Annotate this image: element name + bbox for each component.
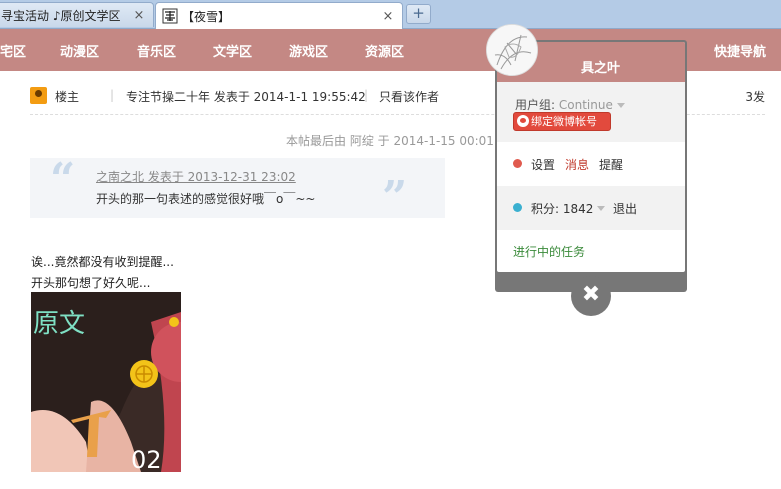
settings-dot-icon bbox=[513, 159, 522, 168]
poster-role: 楼主 bbox=[55, 90, 80, 104]
avatar[interactable] bbox=[486, 24, 538, 76]
tab-label: 【夜雪】 bbox=[182, 9, 231, 24]
tab-label: 寻宝活动 ♪原创文学区 bbox=[1, 8, 121, 23]
logout-link[interactable]: 退出 bbox=[613, 200, 637, 217]
nav-item[interactable]: 宅区 bbox=[0, 41, 26, 60]
settings-link[interactable]: 设置 bbox=[531, 156, 555, 173]
quote-author-link[interactable]: 之南之北 发表于 2013-12-31 23:02 bbox=[96, 168, 296, 185]
user-group-value[interactable]: Continue bbox=[559, 98, 613, 112]
points-row: 积分: 1842 退出 bbox=[497, 186, 685, 230]
settings-row: 设置 消息 提醒 bbox=[497, 142, 685, 186]
post-image[interactable]: 原文 02 bbox=[31, 292, 181, 472]
open-quote-icon: “ bbox=[50, 154, 76, 205]
weibo-icon bbox=[517, 115, 529, 127]
avatar-sketch bbox=[487, 25, 537, 75]
new-tab-button[interactable]: + bbox=[406, 4, 431, 24]
user-menu-popup: 具之叶 用户组: Continue 绑定微博帐号 设置 消息 提醒 积分: 18… bbox=[495, 40, 687, 316]
anime-artwork: 原文 02 bbox=[31, 292, 181, 472]
nav-item[interactable]: 资源区 bbox=[365, 41, 404, 60]
points-caret-icon[interactable] bbox=[597, 206, 605, 211]
messages-link[interactable]: 消息 bbox=[565, 156, 589, 173]
quote-text: 开头的那一句表述的感觉很好哦￣o￣~~ bbox=[96, 192, 316, 206]
tab-literature[interactable]: 寻宝活动 ♪原创文学区 × bbox=[0, 2, 154, 27]
nav-item[interactable]: 文学区 bbox=[213, 41, 252, 60]
edited-note: 本帖最后由 阿绽 于 2014-1-15 00:01 编辑 bbox=[286, 134, 522, 148]
username[interactable]: 具之叶 bbox=[581, 57, 620, 76]
post-body-line: 开头那句想了好久呢... bbox=[31, 276, 151, 290]
quick-nav-link[interactable]: 快捷导航 bbox=[714, 41, 766, 60]
nav-item[interactable]: 游戏区 bbox=[289, 41, 328, 60]
bind-weibo-button[interactable]: 绑定微博帐号 bbox=[513, 112, 611, 131]
tasks-link[interactable]: 进行中的任务 bbox=[513, 243, 585, 260]
image-text-top: 原文 bbox=[33, 309, 85, 339]
image-text-bottom: 02 bbox=[131, 446, 162, 472]
author-only-link[interactable]: 只看该作者 bbox=[379, 88, 439, 105]
post-meta: 专注节操二十年 发表于 2014-1-1 19:55:42 bbox=[126, 90, 366, 104]
dropdown-caret-icon[interactable] bbox=[616, 103, 625, 108]
poster-icon bbox=[30, 87, 47, 104]
nav-item[interactable]: 动漫区 bbox=[60, 41, 99, 60]
close-popup-button[interactable]: ✖ bbox=[571, 276, 611, 316]
quote-block: “ 之南之北 发表于 2013-12-31 23:02 开头的那一句表述的感觉很… bbox=[30, 154, 445, 223]
post-body-line: 诶...竟然都没有收到提醒... bbox=[31, 255, 174, 269]
bind-weibo-label: 绑定微博帐号 bbox=[531, 115, 597, 128]
points-value[interactable]: 积分: 1842 bbox=[531, 200, 593, 217]
close-quote-icon: ” bbox=[382, 172, 408, 223]
site-favicon-icon bbox=[162, 8, 178, 24]
floor-number: 3发 bbox=[745, 90, 765, 104]
divider: | bbox=[110, 88, 115, 102]
close-tab-icon[interactable]: × bbox=[380, 9, 396, 24]
nav-item[interactable]: 音乐区 bbox=[137, 41, 176, 60]
points-dot-icon bbox=[513, 203, 522, 212]
user-menu-panel: 具之叶 用户组: Continue 绑定微博帐号 设置 消息 提醒 积分: 18… bbox=[497, 42, 685, 272]
divider: | bbox=[364, 88, 369, 102]
close-tab-icon[interactable]: × bbox=[131, 8, 147, 23]
browser-tab-strip: 寻宝活动 ♪原创文学区 × 【夜雪】 × + bbox=[0, 0, 781, 29]
reminders-link[interactable]: 提醒 bbox=[599, 156, 623, 173]
user-group-label: 用户组: bbox=[515, 98, 556, 112]
tab-yexue[interactable]: 【夜雪】 × bbox=[155, 2, 403, 29]
user-group: 用户组: Continue bbox=[515, 96, 625, 113]
